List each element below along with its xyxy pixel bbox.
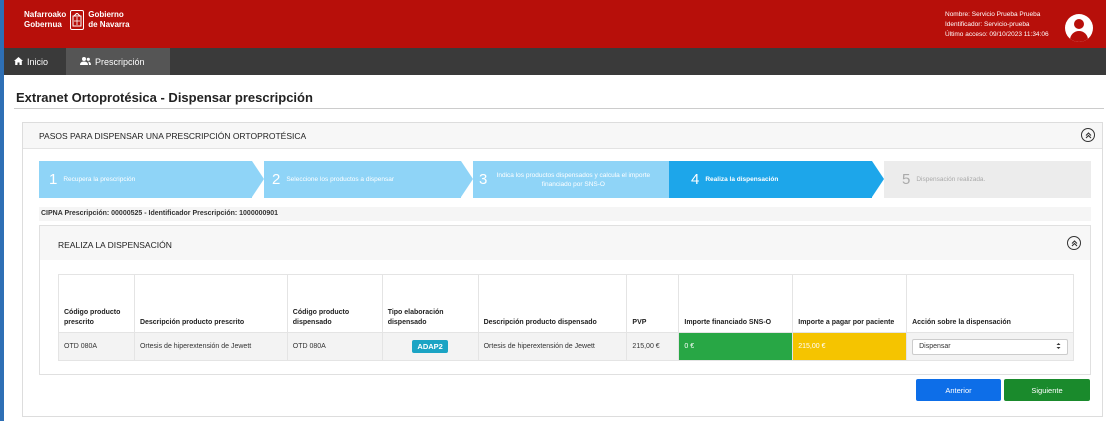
nav-prescription-label: Prescripción <box>95 56 145 67</box>
step-arrow <box>461 161 473 197</box>
col-patient: Importe a pagar por paciente <box>792 274 908 333</box>
collapse-up-icon[interactable] <box>1081 128 1095 142</box>
step-label: Indica los productos dispensados y calcu… <box>496 171 651 188</box>
users-icon <box>80 56 91 67</box>
cell-code-prescribed: OTD 080A <box>58 332 135 361</box>
logo-line: de Navarra <box>88 20 130 29</box>
dispense-table: Código producto prescrito Descripción pr… <box>58 274 1074 361</box>
divider <box>14 108 1104 109</box>
select-caret-icon <box>1056 342 1061 352</box>
col-code-dispensed: Código producto dispensado <box>286 274 383 333</box>
logo-line: Gobernua <box>24 20 62 29</box>
step-1: 1 Recupera la prescripción <box>39 161 252 198</box>
user-avatar-icon[interactable] <box>1065 14 1093 42</box>
col-code-prescribed: Código producto prescrito <box>58 274 135 333</box>
cell-type: ADAP2 <box>381 332 479 361</box>
app-frame: Nafarroako Gobernua Gobierno de Navarra … <box>0 0 1106 421</box>
avatar-head <box>1074 19 1084 29</box>
table-header-row: Código producto prescrito Descripción pr… <box>58 274 1074 333</box>
cell-code-dispensed: OTD 080A <box>286 332 383 361</box>
main-nav: Inicio Prescripción <box>4 48 1106 75</box>
step-label: Dispensación realizada. <box>916 176 986 183</box>
logo-text-right: Gobierno de Navarra <box>88 10 129 30</box>
step-number: 4 <box>691 171 700 188</box>
dispense-panel-header: REALIZA LA DISPENSACIÓN <box>40 226 1090 260</box>
step-number: 5 <box>902 171 911 188</box>
user-info: Nombre: Servicio Prueba Prueba Identific… <box>945 10 1049 40</box>
crest-icon <box>70 10 85 30</box>
cell-desc-prescribed: Ortesis de hiperextensión de Jewett <box>133 332 288 361</box>
next-button[interactable]: Siguiente <box>1004 379 1090 401</box>
collapse-up-icon[interactable] <box>1067 236 1081 250</box>
step-arrow <box>669 161 681 197</box>
col-desc-dispensed: Descripción producto dispensado <box>477 274 628 333</box>
step-arrow <box>252 161 264 197</box>
logo-text-left: Nafarroako Gobernua <box>24 10 66 30</box>
cell-financed: 0 € <box>678 332 794 361</box>
cell-action: Dispensar <box>906 332 1074 361</box>
logo-line: Nafarroako <box>24 10 67 19</box>
step-label: Seleccione los productos a dispensar <box>286 176 395 183</box>
col-pvp: PVP <box>626 274 680 333</box>
top-header: Nafarroako Gobernua Gobierno de Navarra … <box>4 0 1106 48</box>
logo-line: Gobierno <box>88 10 124 19</box>
step-5: 5 Dispensación realizada. <box>884 161 1091 198</box>
home-icon <box>14 56 23 67</box>
wizard-steps: 1 Recupera la prescripción 2 Seleccione … <box>39 161 1091 198</box>
cell-pvp: 215,00 € <box>626 332 680 361</box>
col-action: Acción sobre la dispensación <box>906 274 1074 333</box>
step-label: Recupera la prescripción <box>63 176 136 183</box>
steps-panel: PASOS PARA DISPENSAR UNA PRESCRIPCIÓN OR… <box>22 122 1103 417</box>
step-label: Realiza la dispensación <box>705 176 779 183</box>
previous-button[interactable]: Anterior <box>916 379 1001 401</box>
type-badge: ADAP2 <box>412 340 448 353</box>
cell-patient-pays: 215,00 € <box>792 332 908 361</box>
dispense-panel-title: REALIZA LA DISPENSACIÓN <box>58 240 172 250</box>
prescription-identifier: CIPNA Prescripción: 00000525 - Identific… <box>39 207 1091 221</box>
col-financed: Importe financiado SNS-O <box>678 274 794 333</box>
action-select[interactable]: Dispensar <box>912 338 1068 355</box>
navarra-logo[interactable]: Nafarroako Gobernua Gobierno de Navarra <box>24 10 130 30</box>
last-access: Último acceso: 09/10/2023 11:34:06 <box>945 31 1049 38</box>
nav-prescription[interactable]: Prescripción <box>66 48 170 75</box>
step-4: 4 Realiza la dispensación <box>669 161 872 198</box>
cell-desc-dispensed: Ortesis de hiperextensión de Jewett <box>477 332 628 361</box>
step-number: 1 <box>49 171 58 188</box>
dispense-panel: REALIZA LA DISPENSACIÓN Código producto … <box>39 225 1091 375</box>
table-row: OTD 080A Ortesis de hiperextensión de Je… <box>58 332 1074 361</box>
step-number: 3 <box>479 171 488 188</box>
col-desc-prescribed: Descripción producto prescrito <box>133 274 288 333</box>
user-name: Nombre: Servicio Prueba Prueba <box>945 11 1041 18</box>
step-2: 2 Seleccione los productos a dispensar <box>264 161 461 198</box>
nav-home-label: Inicio <box>27 56 49 67</box>
page-title: Extranet Ortoprotésica - Dispensar presc… <box>16 90 313 105</box>
action-select-value: Dispensar <box>919 343 951 350</box>
step-arrow <box>872 161 884 197</box>
step-3: 3 Indica los productos dispensados y cal… <box>473 161 669 198</box>
step-number: 2 <box>272 171 281 188</box>
col-type: Tipo elaboración dispensado <box>381 274 479 333</box>
nav-home[interactable]: Inicio <box>14 48 48 75</box>
user-identifier: Identificador: Servicio-prueba <box>945 21 1030 28</box>
avatar-body <box>1070 31 1088 42</box>
steps-panel-title: PASOS PARA DISPENSAR UNA PRESCRIPCIÓN OR… <box>39 131 307 141</box>
steps-panel-header: PASOS PARA DISPENSAR UNA PRESCRIPCIÓN OR… <box>23 123 1102 149</box>
